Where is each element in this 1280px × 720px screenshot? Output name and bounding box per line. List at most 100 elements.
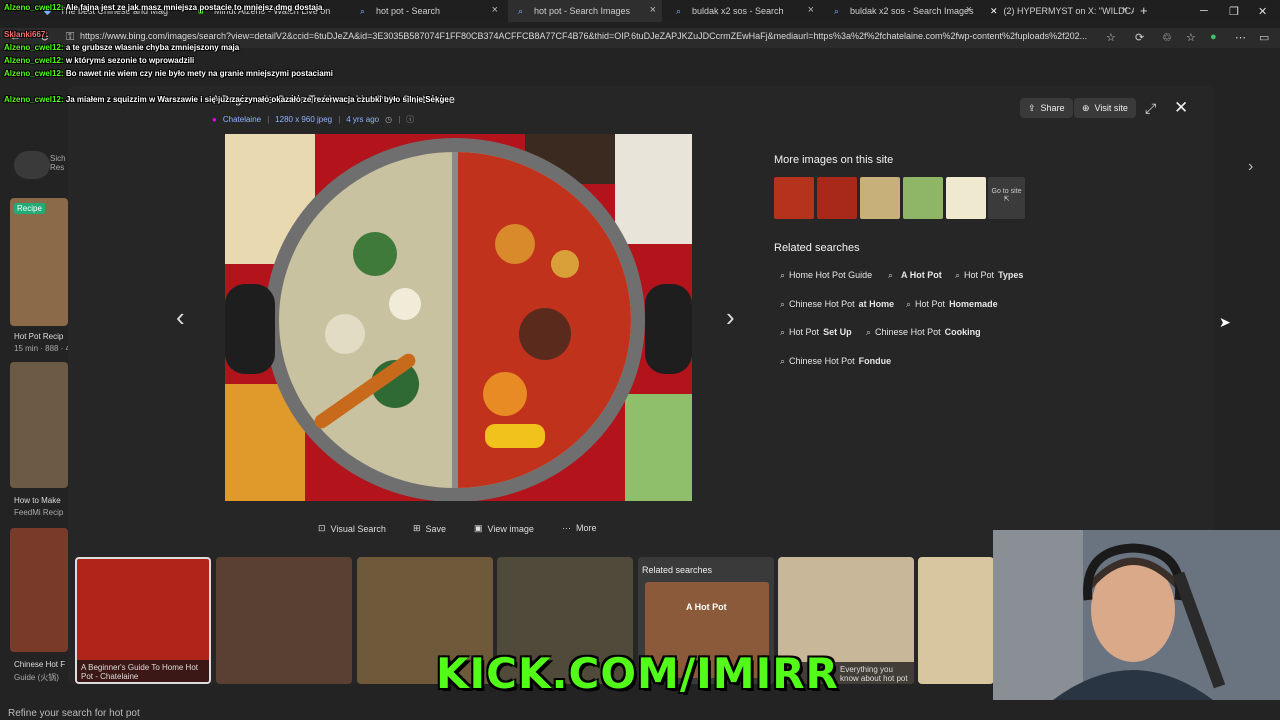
chat-user: Alzeno_cwel12: — [4, 3, 64, 12]
favorites-icon[interactable]: ☆ — [1186, 31, 1196, 44]
chip-text: Chinese Hot Pot — [789, 356, 855, 366]
next-image-arrow-icon[interactable]: › — [726, 302, 735, 333]
chip-bold-text: Set Up — [823, 327, 852, 337]
chip-text: Hot Pot — [789, 327, 820, 337]
related-chip[interactable]: ⌕ Chinese Hot Pot Fondue — [780, 352, 891, 370]
separator: | — [398, 115, 401, 124]
favorite-star-icon[interactable]: ☆ — [1106, 31, 1116, 44]
related-chip[interactable]: ⌕ Chinese Hot Pot at Home — [780, 295, 894, 313]
minimize-icon[interactable]: ─ — [1200, 5, 1208, 17]
extension-icon[interactable]: ⟳ — [1135, 31, 1144, 44]
prev-image-arrow-icon[interactable]: ‹ — [176, 302, 185, 333]
sichuan-chip[interactable] — [14, 151, 50, 179]
expand-icon[interactable]: ⤢ — [1145, 100, 1156, 117]
related-chip[interactable]: ⌕ Hot Pot Homemade — [906, 295, 998, 313]
source-link[interactable]: Chatelaine — [223, 115, 261, 124]
film-thumb-2[interactable] — [216, 557, 352, 684]
webcam-feed — [993, 530, 1280, 700]
more-image-thumb-1[interactable] — [774, 177, 814, 219]
tab-3[interactable]: ⌕ hot pot - Search × — [350, 0, 504, 22]
close-icon[interactable]: × — [650, 4, 656, 16]
globe-icon: ⊕ — [1082, 102, 1090, 113]
related-chip[interactable]: ⌕ Home Hot Pot Guide — [780, 266, 876, 284]
film-thumb-1[interactable]: A Beginner's Guide To Home Hot Pot - Cha… — [75, 557, 211, 684]
close-icon[interactable]: × — [808, 4, 814, 16]
bg-next-arrow-icon[interactable]: › — [1248, 158, 1253, 176]
url-field[interactable]: https://www.bing.com/images/search?view=… — [80, 31, 1087, 41]
separator: | — [338, 115, 341, 124]
save-button[interactable]: ⊞ Save — [413, 523, 446, 534]
view-image-icon: ▣ — [474, 523, 483, 533]
hot-pot-illustration — [225, 134, 692, 501]
more-image-thumb-2[interactable] — [817, 177, 857, 219]
film-thumb-7[interactable] — [918, 557, 994, 684]
separator: | — [267, 115, 270, 124]
window-close-icon[interactable]: ✕ — [1258, 5, 1267, 18]
chat-line: Alzeno_cwel12: Ja miałem z squizzim w Wa… — [4, 95, 449, 104]
view-image-button[interactable]: ▣ View image — [474, 523, 534, 534]
chip-text: Hot Pot — [915, 299, 946, 309]
bg-card-meta: FeedMi Recip — [14, 508, 64, 517]
chip-bold-text: Types — [998, 270, 1024, 280]
profile-avatar[interactable]: ● — [1210, 31, 1217, 43]
info-icon[interactable]: ⓘ — [406, 114, 414, 125]
close-icon[interactable]: × — [1122, 4, 1128, 16]
mouse-cursor-icon: ➤ — [1219, 314, 1231, 330]
tab-label: buldak x2 sos - Search Images — [850, 6, 974, 16]
visual-search-label: Visual Search — [330, 523, 386, 534]
related-searches-title: Related searches — [774, 242, 860, 254]
related-chip[interactable]: ⌕ A Hot Pot — [888, 266, 942, 284]
related-chip[interactable]: ⌕ Chinese Hot Pot Cooking — [866, 323, 981, 341]
related-chip[interactable]: ⌕ Hot Pot Types — [955, 266, 1023, 284]
share-button[interactable]: ⇪ Share — [1020, 98, 1073, 118]
restore-icon[interactable]: ❐ — [1229, 5, 1239, 18]
search-icon: ⌕ — [888, 269, 894, 280]
bg-card-title[interactable]: Hot Pot Recip — [14, 332, 63, 341]
chat-line: Alzeno_cwel12: Bo nawet nie wiem czy nie… — [4, 69, 333, 78]
recipe-badge: Recipe — [14, 203, 45, 214]
close-icon[interactable]: × — [966, 4, 972, 16]
search-icon: ⌕ — [866, 326, 872, 337]
puzzle-icon[interactable]: ♲ — [1162, 31, 1172, 44]
more-label: More — [576, 523, 597, 533]
chat-user: Alzeno_cwel12: — [4, 56, 64, 65]
save-label: Save — [425, 523, 447, 534]
chat-line: Alzeno_cwel12: a te grubsze wlasnie chyb… — [4, 43, 239, 52]
tab-4-active[interactable]: ⌕ hot pot - Search Images × — [508, 0, 662, 22]
tab-5[interactable]: ⌕ buldak x2 sos - Search × — [666, 0, 820, 22]
bg-card-image-2[interactable] — [10, 362, 68, 488]
chat-message: Ale fajna jest ze jak masz mniejsza post… — [65, 3, 323, 12]
go-to-site-button[interactable]: Go to site ⇱ — [988, 177, 1025, 219]
main-image-hot-pot[interactable] — [225, 134, 692, 501]
bg-card-image-3[interactable] — [10, 528, 68, 652]
sidebar-icon[interactable]: ▭ — [1259, 31, 1269, 44]
more-image-thumb-5[interactable] — [946, 177, 986, 219]
sichuan-label: Sich Res — [50, 154, 66, 172]
film-caption: A Beginner's Guide To Home Hot Pot - Cha… — [77, 660, 209, 682]
bg-card-title[interactable]: How to Make — [14, 496, 61, 505]
chip-text: Hot Pot — [964, 270, 995, 280]
search-icon: ⌕ — [676, 6, 682, 16]
menu-dots-icon[interactable]: ⋯ — [1235, 31, 1246, 44]
refine-search-text[interactable]: Refine your search for hot pot — [8, 708, 140, 719]
visual-search-button[interactable]: ⊡ Visual Search — [318, 523, 386, 534]
kick-banner: KICK.COM/IMIRR — [436, 649, 839, 698]
chip-bold-text: at Home — [858, 299, 895, 309]
related-chip[interactable]: ⌕ Hot Pot Set Up — [780, 323, 852, 341]
bg-card-title[interactable]: Chinese Hot F — [14, 660, 65, 669]
new-tab-button[interactable]: + — [1140, 3, 1148, 18]
close-icon[interactable]: × — [492, 4, 498, 16]
bg-card-image-1[interactable] — [10, 198, 68, 326]
more-image-thumb-3[interactable] — [860, 177, 900, 219]
search-icon: ⌕ — [780, 298, 786, 309]
more-image-thumb-4[interactable] — [903, 177, 943, 219]
more-button[interactable]: ··· More — [562, 523, 597, 533]
film-related-label[interactable]: A Hot Pot — [686, 602, 727, 612]
close-viewer-icon[interactable]: ✕ — [1174, 98, 1188, 118]
chat-user: Alzeno_cwel12: — [4, 43, 64, 52]
visit-site-button[interactable]: ⊕ Visit site — [1074, 98, 1136, 118]
tab-7[interactable]: ✕ (2) HYPERMYST on X: "WILDCARD× — [980, 0, 1134, 22]
more-dots-icon: ··· — [562, 523, 571, 533]
search-icon: ⌕ — [834, 6, 840, 16]
tab-6[interactable]: ⌕ buldak x2 sos - Search Images × — [824, 0, 978, 22]
